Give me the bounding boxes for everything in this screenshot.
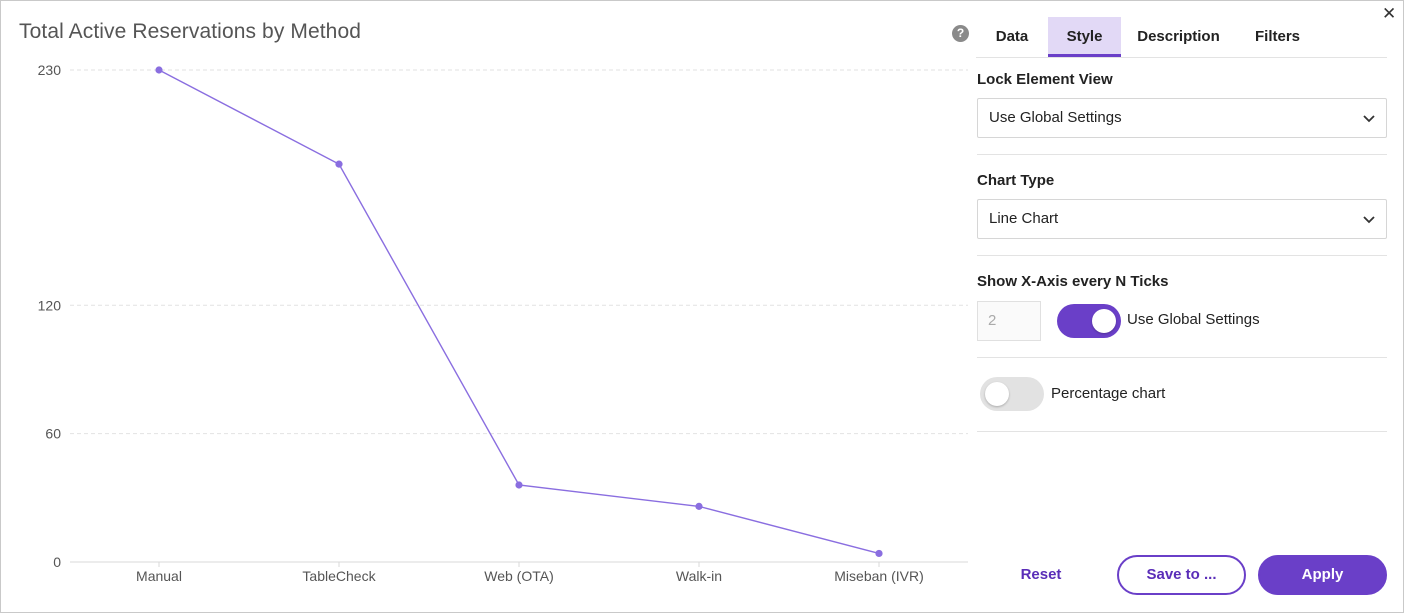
- chart-type-value: Line Chart: [989, 210, 1059, 227]
- tab-style[interactable]: Style: [1048, 17, 1121, 57]
- y-tick-label: 60: [45, 426, 61, 442]
- lock-element-view-label: Lock Element View: [977, 71, 1113, 88]
- divider: [977, 431, 1387, 432]
- xaxis-ticks-label: Show X-Axis every N Ticks: [977, 273, 1169, 290]
- x-tick-label: Web (OTA): [484, 568, 554, 584]
- divider: [977, 154, 1387, 155]
- y-tick-label: 0: [53, 554, 61, 570]
- chart-type-label: Chart Type: [977, 172, 1055, 189]
- settings-tabs: Data Style Description Filters: [976, 17, 1387, 58]
- data-point: [875, 549, 883, 558]
- toggle-knob: [1092, 309, 1116, 333]
- divider: [977, 255, 1387, 256]
- toggle-knob: [985, 382, 1009, 406]
- use-global-settings-label: Use Global Settings: [1127, 311, 1260, 328]
- data-point: [335, 160, 343, 168]
- chevron-down-icon: [1363, 216, 1375, 224]
- chart-type-select[interactable]: Line Chart: [977, 199, 1387, 239]
- tab-data[interactable]: Data: [976, 17, 1048, 57]
- help-icon[interactable]: ?: [952, 25, 969, 42]
- tab-description[interactable]: Description: [1121, 17, 1236, 57]
- data-point: [515, 481, 523, 489]
- x-tick-label: Walk-in: [676, 568, 722, 584]
- line-chart: 0 60 120 230 Manual TableCheck Web (OTA) Walk-i…: [38, 62, 968, 584]
- xaxis-ticks-input[interactable]: 2: [977, 301, 1041, 341]
- divider: [977, 357, 1387, 358]
- series-line: [158, 69, 880, 555]
- data-point: [695, 502, 703, 510]
- y-tick-label: 120: [38, 297, 62, 313]
- tab-filters[interactable]: Filters: [1236, 17, 1319, 57]
- apply-button[interactable]: Apply: [1258, 555, 1387, 595]
- data-point: [155, 66, 163, 74]
- x-tick-label: TableCheck: [302, 568, 376, 584]
- reset-button[interactable]: Reset: [1010, 555, 1072, 595]
- lock-element-view-select[interactable]: Use Global Settings: [977, 98, 1387, 138]
- y-tick-label: 230: [38, 62, 62, 78]
- percentage-chart-label: Percentage chart: [1051, 385, 1166, 402]
- use-global-settings-toggle[interactable]: [1057, 304, 1121, 338]
- x-tick-label: Manual: [136, 568, 182, 584]
- percentage-chart-toggle[interactable]: [980, 377, 1044, 411]
- x-tick-label: Miseban (IVR): [834, 568, 923, 584]
- lock-element-view-value: Use Global Settings: [989, 109, 1122, 126]
- chevron-down-icon: [1363, 115, 1375, 123]
- save-to-button[interactable]: Save to ...: [1117, 555, 1246, 595]
